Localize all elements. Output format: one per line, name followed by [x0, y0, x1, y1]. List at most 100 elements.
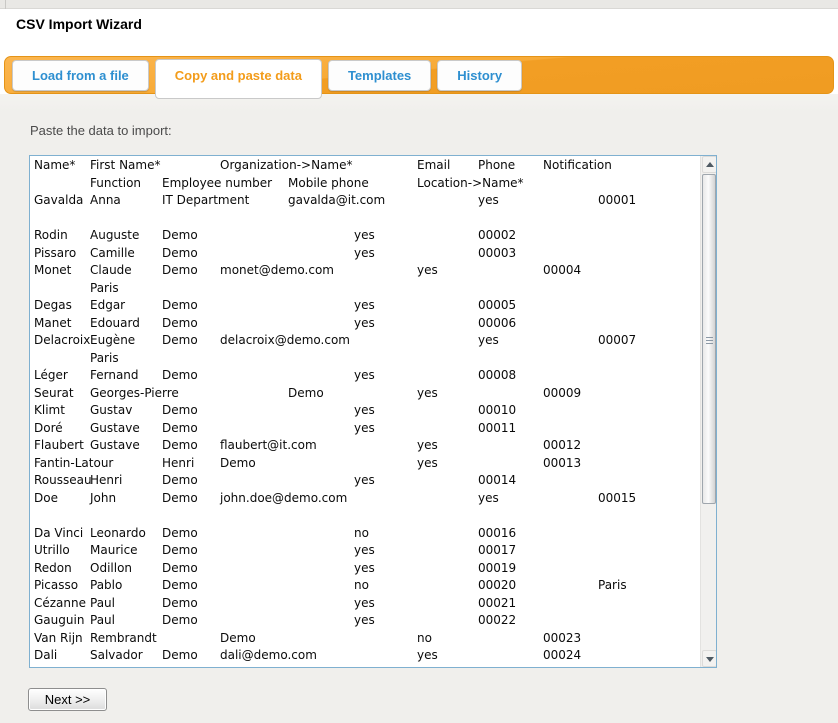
textarea-cell: no: [417, 631, 432, 645]
page-title: CSV Import Wizard: [16, 16, 142, 32]
textarea-cell: 00023: [543, 631, 581, 645]
textarea-cell: Paul: [90, 613, 115, 627]
textarea-line: DaliSalvadorDemodali@demo.comyes00024: [34, 648, 699, 665]
textarea-cell: Demo: [162, 333, 198, 347]
csv-import-wizard-window: CSV Import Wizard Load from a fileCopy a…: [0, 0, 838, 723]
textarea-cell: Demo: [162, 561, 198, 575]
scrollbar-thumb[interactable]: [702, 174, 716, 504]
tab-load-from-file[interactable]: Load from a file: [12, 60, 149, 91]
textarea-cell: Monet: [34, 263, 71, 277]
textarea-cell: Demo: [162, 491, 198, 505]
textarea-cell: Gavalda: [34, 193, 83, 207]
tab-copy-and-paste-data[interactable]: Copy and paste data: [155, 59, 322, 99]
vertical-scrollbar[interactable]: [700, 156, 716, 667]
textarea-line: SeuratGeorges-PierreDemoyes00009: [34, 386, 699, 403]
textarea-cell: Demo: [162, 543, 198, 557]
scrollbar-down-button[interactable]: [702, 650, 717, 667]
textarea-cell: 00011: [478, 421, 516, 435]
textarea-cell: Demo: [162, 368, 198, 382]
textarea-cell: Redon: [34, 561, 72, 575]
textarea-cell: 00006: [478, 316, 516, 330]
textarea-line: Fantin-LatourHenriDemoyes00013: [34, 456, 699, 473]
textarea-line: ManetEdouardDemoyes00006: [34, 316, 699, 333]
textarea-cell: Van Rijn: [34, 631, 83, 645]
textarea-cell: Fernand: [90, 368, 139, 382]
textarea-line: FunctionEmployee numberMobile phoneLocat…: [34, 176, 699, 193]
textarea-cell: Demo: [162, 648, 198, 662]
textarea-cell: Demo: [162, 263, 198, 277]
textarea-cell: 00007: [598, 333, 636, 347]
textarea-cell: Klimt: [34, 403, 65, 417]
textarea-line: [34, 211, 699, 228]
textarea-cell: yes: [478, 491, 499, 505]
paste-data-label: Paste the data to import:: [30, 123, 172, 138]
tab-history[interactable]: History: [437, 60, 522, 91]
textarea-cell: Leonardo: [90, 526, 146, 540]
textarea-cell: Eugène: [90, 333, 135, 347]
textarea-cell: dali@demo.com: [220, 648, 317, 662]
textarea-cell: Manet: [34, 316, 71, 330]
tab-bar: Load from a fileCopy and paste dataTempl…: [4, 56, 834, 94]
textarea-cell: Odillon: [90, 561, 132, 575]
textarea-cell: Da Vinci: [34, 526, 83, 540]
textarea-line: DoeJohnDemojohn.doe@demo.comyes00015: [34, 491, 699, 508]
textarea-cell: Picasso: [34, 578, 78, 592]
textarea-cell: gavalda@it.com: [288, 193, 385, 207]
next-button[interactable]: Next >>: [28, 688, 107, 711]
paste-data-textarea[interactable]: Name*First Name*Organization->Name*Email…: [29, 155, 717, 668]
textarea-cell: Degas: [34, 298, 72, 312]
textarea-line: Van Rijn Rembrandt Demo no 00023: [34, 631, 699, 648]
textarea-cell: Demo: [162, 298, 198, 312]
import-panel: Paste the data to import: Name*First Nam…: [0, 94, 838, 723]
textarea-line: Paris: [34, 281, 699, 298]
textarea-line: KlimtGustavDemoyes00010: [34, 403, 699, 420]
textarea-cell: Gauguin: [34, 613, 84, 627]
textarea-cell: Demo: [220, 631, 256, 645]
textarea-cell: Camille: [90, 246, 135, 260]
textarea-line: DegasEdgarDemoyes00005: [34, 298, 699, 315]
tab-templates[interactable]: Templates: [328, 60, 431, 91]
textarea-cell: Paul: [90, 596, 115, 610]
textarea-line: Name*First Name*Organization->Name*Email…: [34, 158, 699, 175]
textarea-cell: yes: [354, 561, 375, 575]
textarea-cell: yes: [417, 648, 438, 662]
textarea-cell: Demo: [162, 246, 198, 260]
textarea-cell: Pablo: [90, 578, 122, 592]
textarea-line: FlaubertGustaveDemoflaubert@it.comyes000…: [34, 438, 699, 455]
textarea-cell: Grenoble: [90, 666, 145, 668]
textarea-cell: Phone: [478, 158, 515, 172]
textarea-cell: Rousseau: [34, 473, 92, 487]
textarea-cell: John: [90, 491, 116, 505]
textarea-cell: Cézanne: [34, 596, 86, 610]
textarea-cell: Delacroix: [34, 333, 90, 347]
scrollbar-up-button[interactable]: [702, 156, 717, 173]
textarea-cell: yes: [354, 368, 375, 382]
scroll-up-arrow-icon: [706, 162, 714, 167]
textarea-cell: Demo: [162, 473, 198, 487]
textarea-cell: Rodin: [34, 228, 68, 242]
textarea-cell: Name*: [34, 158, 75, 172]
textarea-cell: Rembrandt: [90, 631, 157, 645]
textarea-line: Da VinciLeonardoDemono00016: [34, 526, 699, 543]
textarea-cell: 00022: [478, 613, 516, 627]
textarea-cell: Auguste: [90, 228, 139, 242]
textarea-cell: Henri: [162, 456, 194, 470]
textarea-cell: yes: [354, 473, 375, 487]
textarea-content: Name*First Name*Organization->Name*Email…: [34, 156, 699, 667]
textarea-cell: yes: [354, 613, 375, 627]
textarea-cell: Demo: [162, 596, 198, 610]
textarea-cell: 00001: [598, 193, 636, 207]
textarea-cell: Demo: [162, 438, 198, 452]
textarea-cell: yes: [417, 456, 438, 470]
textarea-cell: Salvador: [90, 648, 143, 662]
textarea-line: PicassoPabloDemono00020Paris: [34, 578, 699, 595]
textarea-line: GavaldaAnnaIT Departmentgavalda@it.comye…: [34, 193, 699, 210]
textarea-cell: Demo: [162, 578, 198, 592]
textarea-cell: Paris: [90, 281, 119, 295]
textarea-cell: Demo: [162, 421, 198, 435]
textarea-cell: Gustave: [90, 421, 140, 435]
textarea-line: RodinAugusteDemoyes00002: [34, 228, 699, 245]
textarea-cell: Doe: [34, 491, 58, 505]
textarea-cell: john.doe@demo.com: [220, 491, 347, 505]
textarea-cell: Anna: [90, 193, 121, 207]
